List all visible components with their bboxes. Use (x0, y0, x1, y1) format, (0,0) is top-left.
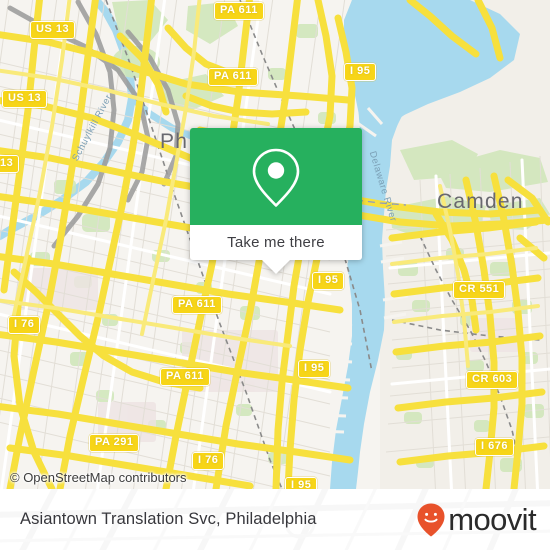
place-title: Asiantown Translation Svc, Philadelphia (20, 510, 317, 528)
map-viewport[interactable]: Ph Camden Schuylkill River Delaware Rive… (0, 0, 550, 489)
map-screenshot: Ph Camden Schuylkill River Delaware Rive… (0, 0, 550, 550)
moovit-wordmark: moovit (448, 502, 536, 537)
moovit-smiley-pin-icon (417, 503, 445, 536)
osm-attribution[interactable]: © OpenStreetMap contributors (10, 470, 187, 485)
take-me-there-label: Take me there (227, 234, 325, 251)
callout-footer[interactable]: Take me there (190, 225, 362, 260)
moovit-logo[interactable]: moovit (416, 502, 537, 538)
take-me-there-callout[interactable]: Take me there (190, 128, 362, 274)
callout-header (190, 128, 362, 225)
map-pin-icon (252, 148, 300, 207)
callout-tail (262, 260, 290, 274)
footer-bar: Asiantown Translation Svc, Philadelphia … (0, 489, 550, 550)
